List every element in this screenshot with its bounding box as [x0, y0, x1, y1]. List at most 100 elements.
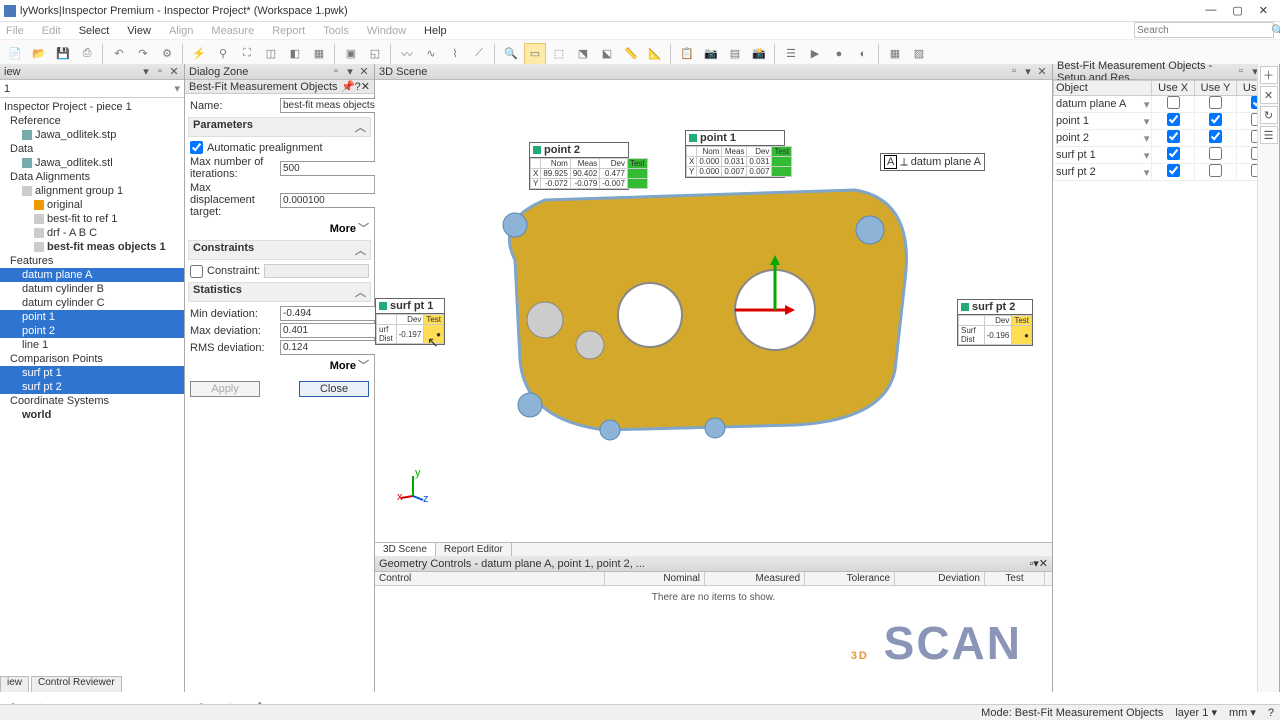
tb-stop[interactable]: ● [828, 43, 850, 65]
gc-col-tolerance[interactable]: Tolerance [805, 572, 895, 585]
scene-viewport[interactable]: point 1 NomMeasDevTest X0.0000.0310.031 … [375, 80, 1052, 542]
tb-curve2[interactable]: ∿ [420, 43, 442, 65]
tb-grid2[interactable]: ▨ [908, 43, 930, 65]
tb-meas[interactable]: 📏 [620, 43, 642, 65]
rtool-refresh[interactable]: ↻ [1260, 106, 1278, 124]
stats-more[interactable]: More [330, 360, 356, 372]
tree-data[interactable]: Data [0, 142, 184, 156]
menu-file[interactable]: File [4, 25, 26, 37]
callout-point1[interactable]: point 1 NomMeasDevTest X0.0000.0310.031 … [685, 130, 785, 178]
menu-help[interactable]: Help [422, 25, 449, 37]
rtool-list[interactable]: ☰ [1260, 126, 1278, 144]
tb-probe4[interactable]: ◫ [260, 43, 282, 65]
tree-feat-dpa[interactable]: datum plane A [0, 268, 184, 282]
tb-play[interactable]: ▶ [804, 43, 826, 65]
tree-align-bfmo[interactable]: best-fit meas objects 1 [0, 240, 184, 254]
minimize-button[interactable]: — [1205, 4, 1216, 17]
search-input[interactable] [1135, 25, 1271, 36]
gc-col-test[interactable]: Test [985, 572, 1045, 585]
tree-feat-p2[interactable]: point 2 [0, 324, 184, 338]
table-row[interactable]: datum plane A ▾ [1054, 96, 1279, 113]
tree-filter[interactable]: 1 [4, 83, 10, 95]
tb-curve1[interactable]: 〰 [396, 43, 418, 65]
table-row[interactable]: point 1 ▾ [1054, 113, 1279, 130]
dlg-pin-icon[interactable]: ▫ [330, 65, 342, 78]
menu-report[interactable]: Report [270, 25, 307, 37]
tb-grid1[interactable]: ▦ [884, 43, 906, 65]
callout-surfpt1[interactable]: surf pt 1 DevTest urf Dist-0.197● [375, 298, 445, 345]
tb-probe1[interactable]: ⚡ [188, 43, 210, 65]
menu-window[interactable]: Window [365, 25, 408, 37]
search-box[interactable]: 🔍 [1134, 22, 1274, 38]
menu-select[interactable]: Select [77, 25, 112, 37]
tb-ang[interactable]: 📐 [644, 43, 666, 65]
rtool-add[interactable]: ＋ [1260, 66, 1278, 84]
tree-align-drf[interactable]: drf - A B C [0, 226, 184, 240]
tree-align-group[interactable]: alignment group 1 [0, 184, 184, 198]
close-dialog-button[interactable]: Close [299, 381, 369, 397]
rt-col-usey[interactable]: Use Y [1194, 81, 1236, 96]
tb-probe5[interactable]: ◧ [284, 43, 306, 65]
tree-comp[interactable]: Comparison Points [0, 352, 184, 366]
tb-clip[interactable]: 📋 [676, 43, 698, 65]
search-icon[interactable]: 🔍 [1271, 24, 1280, 37]
tree-max-icon[interactable]: ▫ [154, 65, 166, 78]
tb-open[interactable]: 📂 [28, 43, 50, 65]
gc-col-deviation[interactable]: Deviation [895, 572, 985, 585]
dlg-dd-icon[interactable]: ▾ [344, 65, 356, 78]
tb-undo[interactable]: ↶ [108, 43, 130, 65]
gc-col-nominal[interactable]: Nominal [605, 572, 705, 585]
tree-comp-s1[interactable]: surf pt 1 [0, 366, 184, 380]
tab-iew[interactable]: iew [0, 676, 29, 692]
tree-feat-l1[interactable]: line 1 [0, 338, 184, 352]
rt-col-object[interactable]: Object [1054, 81, 1152, 96]
status-unit[interactable]: mm ▾ [1229, 706, 1256, 719]
menu-view[interactable]: View [125, 25, 153, 37]
table-row[interactable]: point 2 ▾ [1054, 130, 1279, 147]
table-row[interactable]: surf pt 2 ▾ [1054, 164, 1279, 181]
tb-rec[interactable]: ◐ [852, 43, 874, 65]
gc-col-control[interactable]: Control [375, 572, 605, 585]
rt-col-usex[interactable]: Use X [1152, 81, 1195, 96]
rtool-remove[interactable]: ✕ [1260, 86, 1278, 104]
section-statistics[interactable]: Statistics︿ [188, 282, 371, 302]
tb-curve4[interactable]: ⟋ [468, 43, 490, 65]
table-row[interactable]: surf pt 1 ▾ [1054, 147, 1279, 164]
tb-cam[interactable]: 📷 [700, 43, 722, 65]
tree-align-bf[interactable]: best-fit to ref 1 [0, 212, 184, 226]
menu-measure[interactable]: Measure [209, 25, 256, 37]
constraint-checkbox[interactable] [190, 265, 203, 278]
tree-filter-dd[interactable]: ▾ [174, 82, 180, 95]
tb-cam2[interactable]: 📸 [748, 43, 770, 65]
tree-features[interactable]: Features [0, 254, 184, 268]
status-help-icon[interactable]: ? [1268, 707, 1274, 719]
callout-datum-plane-a[interactable]: A⟂datum plane A [880, 153, 985, 171]
tree-alignments[interactable]: Data Alignments [0, 170, 184, 184]
tb-saveas[interactable]: ⎙ [76, 43, 98, 65]
menu-edit[interactable]: Edit [40, 25, 63, 37]
tree-feat-p1[interactable]: point 1 [0, 310, 184, 324]
tree-cs-world[interactable]: world [0, 408, 184, 422]
tb-probe6[interactable]: ▦ [308, 43, 330, 65]
tb-table[interactable]: ▤ [724, 43, 746, 65]
tb-new[interactable]: 📄 [4, 43, 26, 65]
dlg-close-icon[interactable]: ✕ [358, 65, 370, 78]
status-layer[interactable]: layer 1 ▾ [1175, 706, 1217, 719]
tree-feat-dcc[interactable]: datum cylinder C [0, 296, 184, 310]
apply-button[interactable]: Apply [190, 381, 260, 397]
tab-3d-scene[interactable]: 3D Scene [375, 543, 436, 556]
tb-sel4[interactable]: ⬕ [596, 43, 618, 65]
tb-sel3[interactable]: ⬔ [572, 43, 594, 65]
tree-pin-icon[interactable]: ▾ [140, 65, 152, 78]
tb-curve3[interactable]: ⌇ [444, 43, 466, 65]
tree-ref-item[interactable]: Jawa_odlitek.stp [0, 128, 184, 142]
callout-point2[interactable]: point 2 NomMeasDevTest X89.92590.4020.47… [529, 142, 629, 190]
constraint-dd[interactable] [264, 264, 369, 278]
tree-align-original[interactable]: original [0, 198, 184, 212]
section-constraints[interactable]: Constraints︿ [188, 240, 371, 260]
gc-col-measured[interactable]: Measured [705, 572, 805, 585]
tb-settings[interactable]: ⚙ [156, 43, 178, 65]
tree-data-item[interactable]: Jawa_odlitek.stl [0, 156, 184, 170]
maximize-button[interactable]: ▢ [1232, 4, 1242, 17]
tb-cube1[interactable]: ▣ [340, 43, 362, 65]
